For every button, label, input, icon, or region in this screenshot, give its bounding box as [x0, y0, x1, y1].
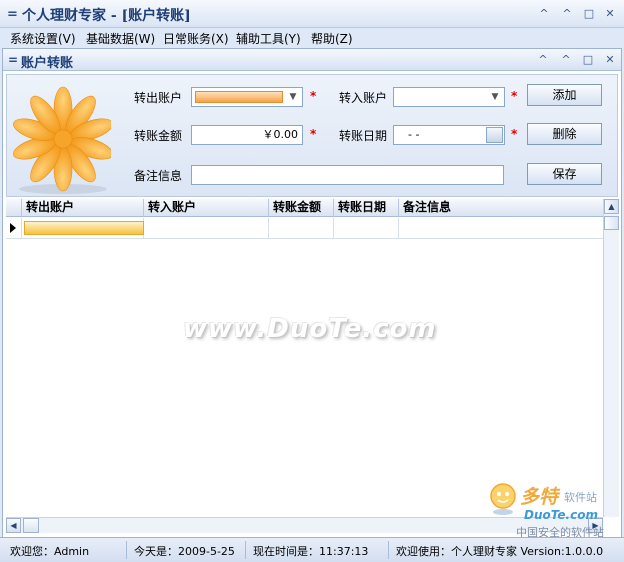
remark-label: 备注信息: [134, 169, 183, 183]
column-header-amount[interactable]: 转账金额: [269, 199, 334, 216]
duote-corner-logo: 多特 软件站 DuoTe.com 中国安全的软件站: [488, 480, 620, 542]
status-separator: [388, 541, 389, 559]
chevron-down-icon[interactable]: ▼: [487, 89, 503, 105]
menu-daily-accounts[interactable]: 日常账务(X): [163, 30, 229, 47]
corner-logo-title: 多特: [520, 486, 559, 508]
menu-base-data[interactable]: 基础数据(W): [86, 30, 155, 47]
date-value: - -: [408, 128, 420, 141]
amount-input[interactable]: ￥0.00: [191, 125, 303, 145]
vertical-scrollbar[interactable]: ▲: [603, 199, 619, 517]
status-welcome: 欢迎您：Admin: [10, 545, 90, 558]
menu-tools[interactable]: 辅助工具(Y): [236, 30, 301, 47]
date-label: 转账日期: [339, 129, 388, 143]
cell-remark[interactable]: [399, 218, 603, 238]
window-title-bar: = 个人理财专家 - [账户转账] ^ ^ □ ✕: [0, 0, 624, 28]
column-header-from-account[interactable]: 转出账户: [22, 199, 144, 216]
window-minimize-button[interactable]: ^: [537, 7, 551, 21]
flower-logo-icon: [13, 86, 111, 194]
from-account-label: 转出账户: [134, 91, 183, 105]
column-header-date[interactable]: 转账日期: [334, 199, 399, 216]
scroll-left-icon[interactable]: ◀: [6, 518, 21, 533]
required-mark: *: [310, 127, 317, 141]
status-time: 现在时间是：11:37:13: [253, 545, 369, 558]
window-grip-icon: =: [7, 7, 18, 22]
grid-header: 转出账户 转入账户 转账金额 转账日期 备注信息: [6, 199, 603, 217]
save-button[interactable]: 保存: [527, 163, 602, 185]
duote-logo-icon: [490, 483, 516, 515]
child-minimize-button[interactable]: ^: [536, 53, 550, 67]
child-close-button[interactable]: ✕: [603, 53, 617, 67]
from-account-combo[interactable]: ▼: [191, 87, 303, 107]
to-account-combo[interactable]: ▼: [393, 87, 505, 107]
table-row[interactable]: [6, 218, 603, 239]
status-separator: [126, 541, 127, 559]
cell-date[interactable]: [334, 218, 399, 238]
vertical-scroll-thumb[interactable]: [604, 216, 619, 230]
required-mark: *: [511, 127, 518, 141]
watermark: www.DuoTe.com: [183, 314, 437, 344]
required-mark: *: [310, 89, 317, 103]
calendar-dropdown-button[interactable]: [486, 127, 503, 143]
amount-label: 转账金额: [134, 129, 183, 143]
menu-system-settings[interactable]: 系统设置(V): [10, 30, 76, 47]
status-today: 今天是：2009-5-25: [134, 545, 235, 558]
status-version: 欢迎使用：个人理财专家 Version:1.0.0.0: [396, 545, 604, 558]
cell-amount[interactable]: [269, 218, 334, 238]
chevron-down-icon[interactable]: ▼: [285, 89, 301, 105]
date-picker[interactable]: - -: [393, 125, 505, 145]
corner-logo-subtitle: 软件站: [564, 491, 597, 504]
child-grip-icon: =: [8, 53, 19, 67]
cell-to-account[interactable]: [144, 218, 269, 238]
horizontal-scroll-thumb[interactable]: [23, 518, 39, 533]
from-account-selection: [195, 91, 283, 103]
add-button[interactable]: 添加: [527, 84, 602, 106]
delete-button[interactable]: 删除: [527, 123, 602, 145]
grid-corner: [6, 199, 22, 216]
cell-from-account[interactable]: [22, 218, 144, 238]
remark-input[interactable]: [191, 165, 504, 185]
child-maximize-button[interactable]: □: [581, 53, 595, 67]
cell-selection: [24, 221, 144, 235]
transfer-child-window: = 账户转账 ^ ^ □ ✕ 转出账户 ▼ * 转入账户 ▼ * 添加 转账金额…: [2, 48, 622, 538]
status-bar: 欢迎您：Admin 今天是：2009-5-25 现在时间是：11:37:13 欢…: [0, 537, 624, 562]
scroll-up-icon[interactable]: ▲: [604, 199, 619, 214]
menu-bar: 系统设置(V) 基础数据(W) 日常账务(X) 辅助工具(Y) 帮助(Z): [0, 28, 624, 48]
corner-logo-site: DuoTe.com: [524, 508, 598, 522]
column-header-remark[interactable]: 备注信息: [399, 199, 603, 216]
transfer-form-panel: 转出账户 ▼ * 转入账户 ▼ * 添加 转账金额 ￥0.00 * 转账日期 -…: [6, 74, 618, 197]
row-indicator-cell: [6, 218, 22, 238]
column-header-to-account[interactable]: 转入账户: [144, 199, 269, 216]
to-account-label: 转入账户: [339, 91, 388, 105]
menu-help[interactable]: 帮助(Z): [311, 30, 353, 47]
window-restore-button[interactable]: ^: [560, 7, 574, 21]
status-separator: [245, 541, 246, 559]
window-title: 个人理财专家 - [账户转账]: [22, 8, 191, 24]
child-title: 账户转账: [21, 56, 74, 71]
child-title-bar: = 账户转账 ^ ^ □ ✕: [3, 49, 621, 71]
window-maximize-button[interactable]: □: [582, 7, 596, 21]
child-restore-button[interactable]: ^: [559, 53, 573, 67]
row-pointer-icon: [10, 223, 16, 233]
window-close-button[interactable]: ✕: [603, 7, 617, 21]
required-mark: *: [511, 89, 518, 103]
